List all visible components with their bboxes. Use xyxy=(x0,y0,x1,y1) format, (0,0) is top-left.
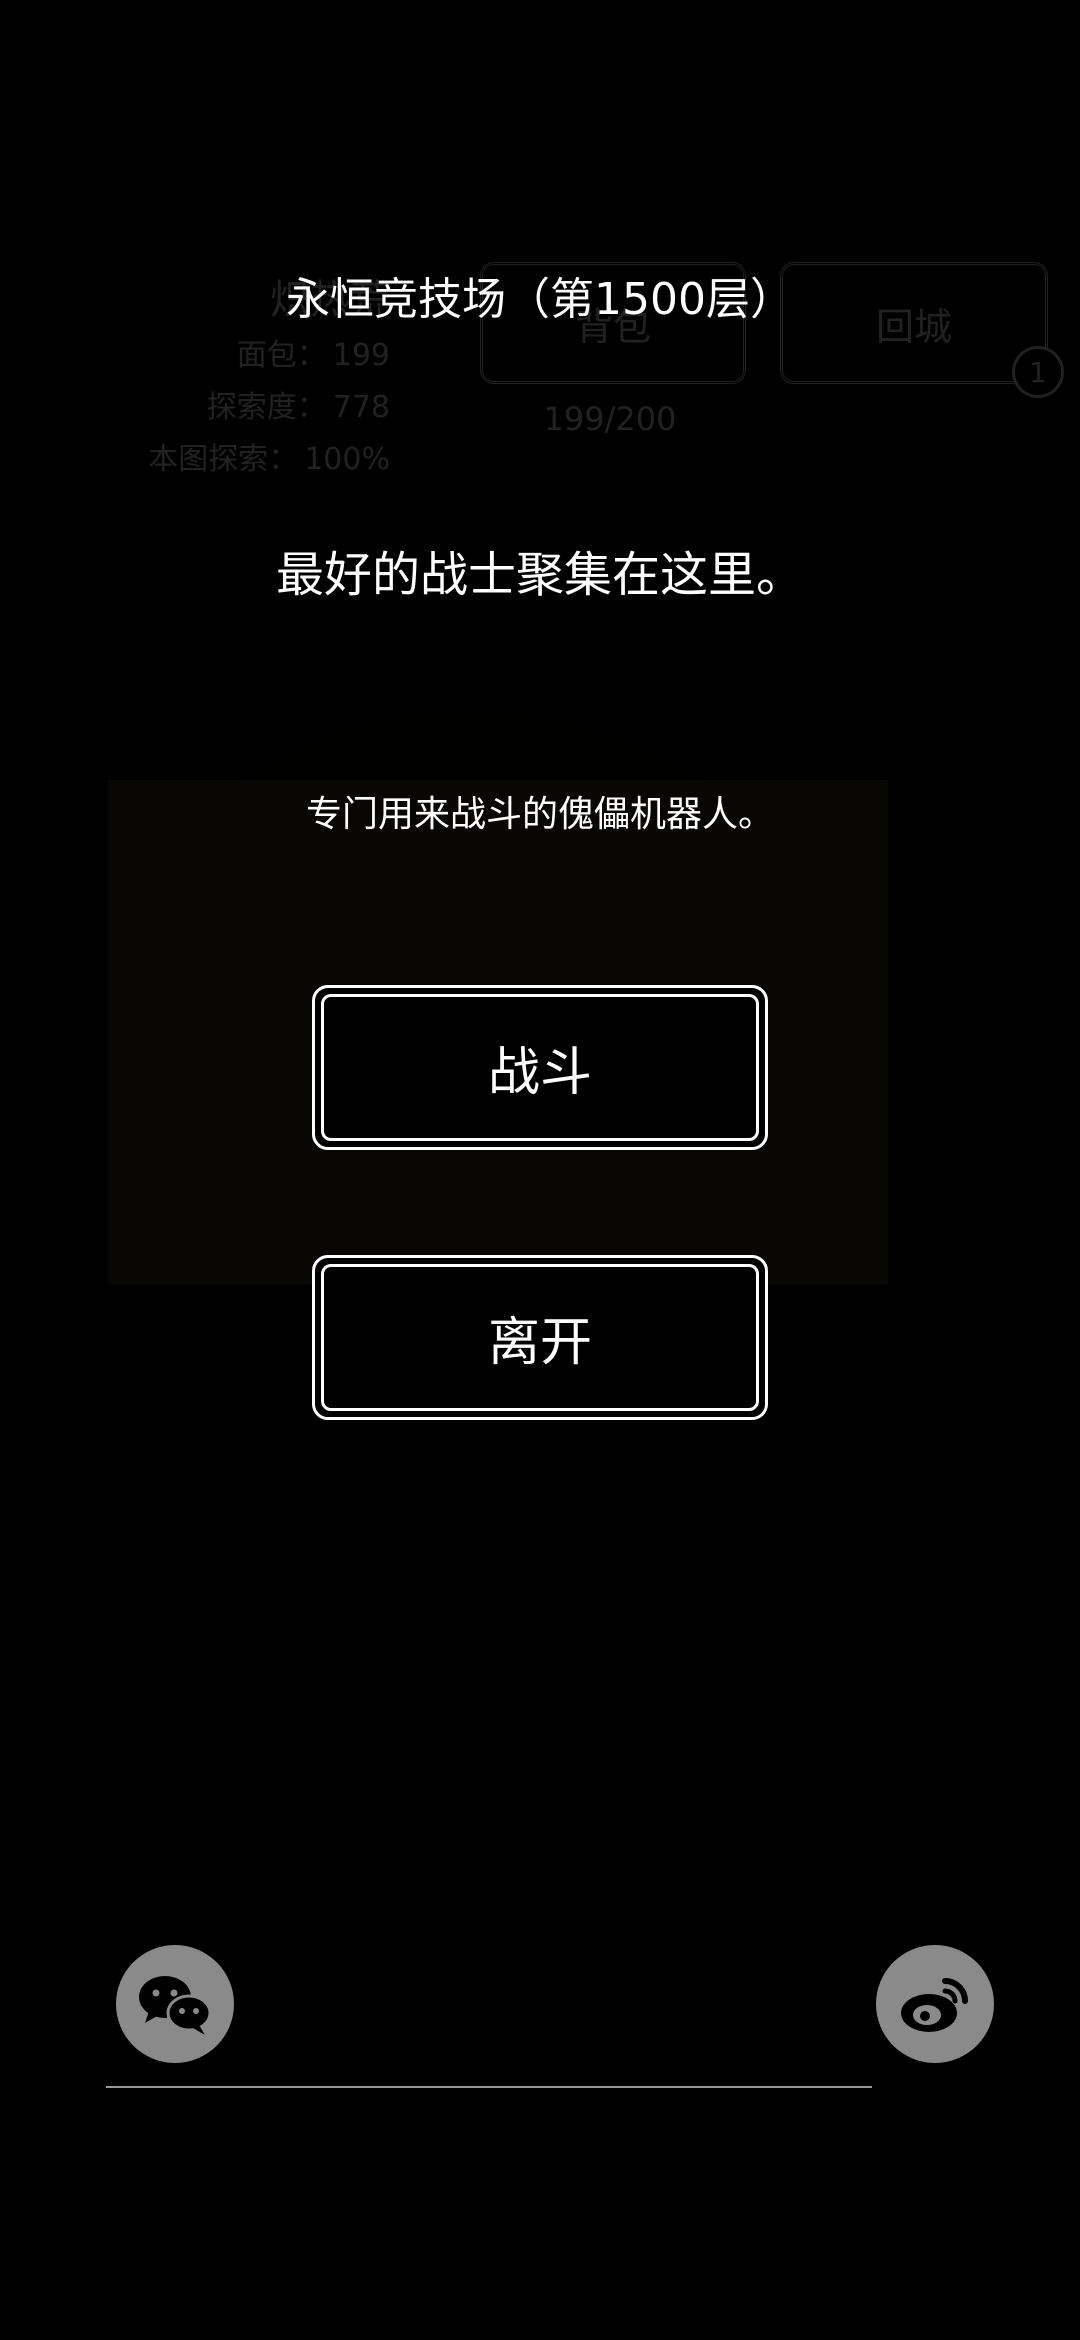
weibo-icon xyxy=(901,1978,968,2032)
stat-value: 778 xyxy=(332,390,390,425)
dialog-description: 专门用来战斗的傀儡机器人。 xyxy=(305,794,774,835)
stat-label: 本图探索： xyxy=(148,442,299,477)
leave-button[interactable]: 离开 xyxy=(312,1255,768,1420)
stat-bread: 面包： 199 xyxy=(60,330,390,382)
stat-exploration: 探索度： 778 xyxy=(60,382,390,434)
home-badge: 1 xyxy=(1012,346,1064,398)
stat-value: 199 xyxy=(332,338,390,373)
dialog-headline: 最好的战士聚集在这里。 xyxy=(275,547,804,603)
divider-line xyxy=(106,2086,872,2088)
leave-button-label: 离开 xyxy=(487,1313,592,1373)
stat-value: 100% xyxy=(304,442,390,477)
fight-button-label: 战斗 xyxy=(487,1043,592,1103)
stat-label: 探索度： xyxy=(206,390,327,425)
wechat-icon xyxy=(139,1976,212,2035)
stat-map-exploration: 本图探索： 100% xyxy=(60,434,390,486)
fight-button[interactable]: 战斗 xyxy=(312,985,768,1150)
weibo-share-button[interactable] xyxy=(876,1945,994,2063)
stat-label: 面包： xyxy=(236,338,327,373)
bag-capacity: 199/200 xyxy=(543,400,677,438)
wechat-share-button[interactable] xyxy=(116,1945,234,2063)
dialog-title: 永恒竞技场（第1500层） xyxy=(286,274,794,325)
